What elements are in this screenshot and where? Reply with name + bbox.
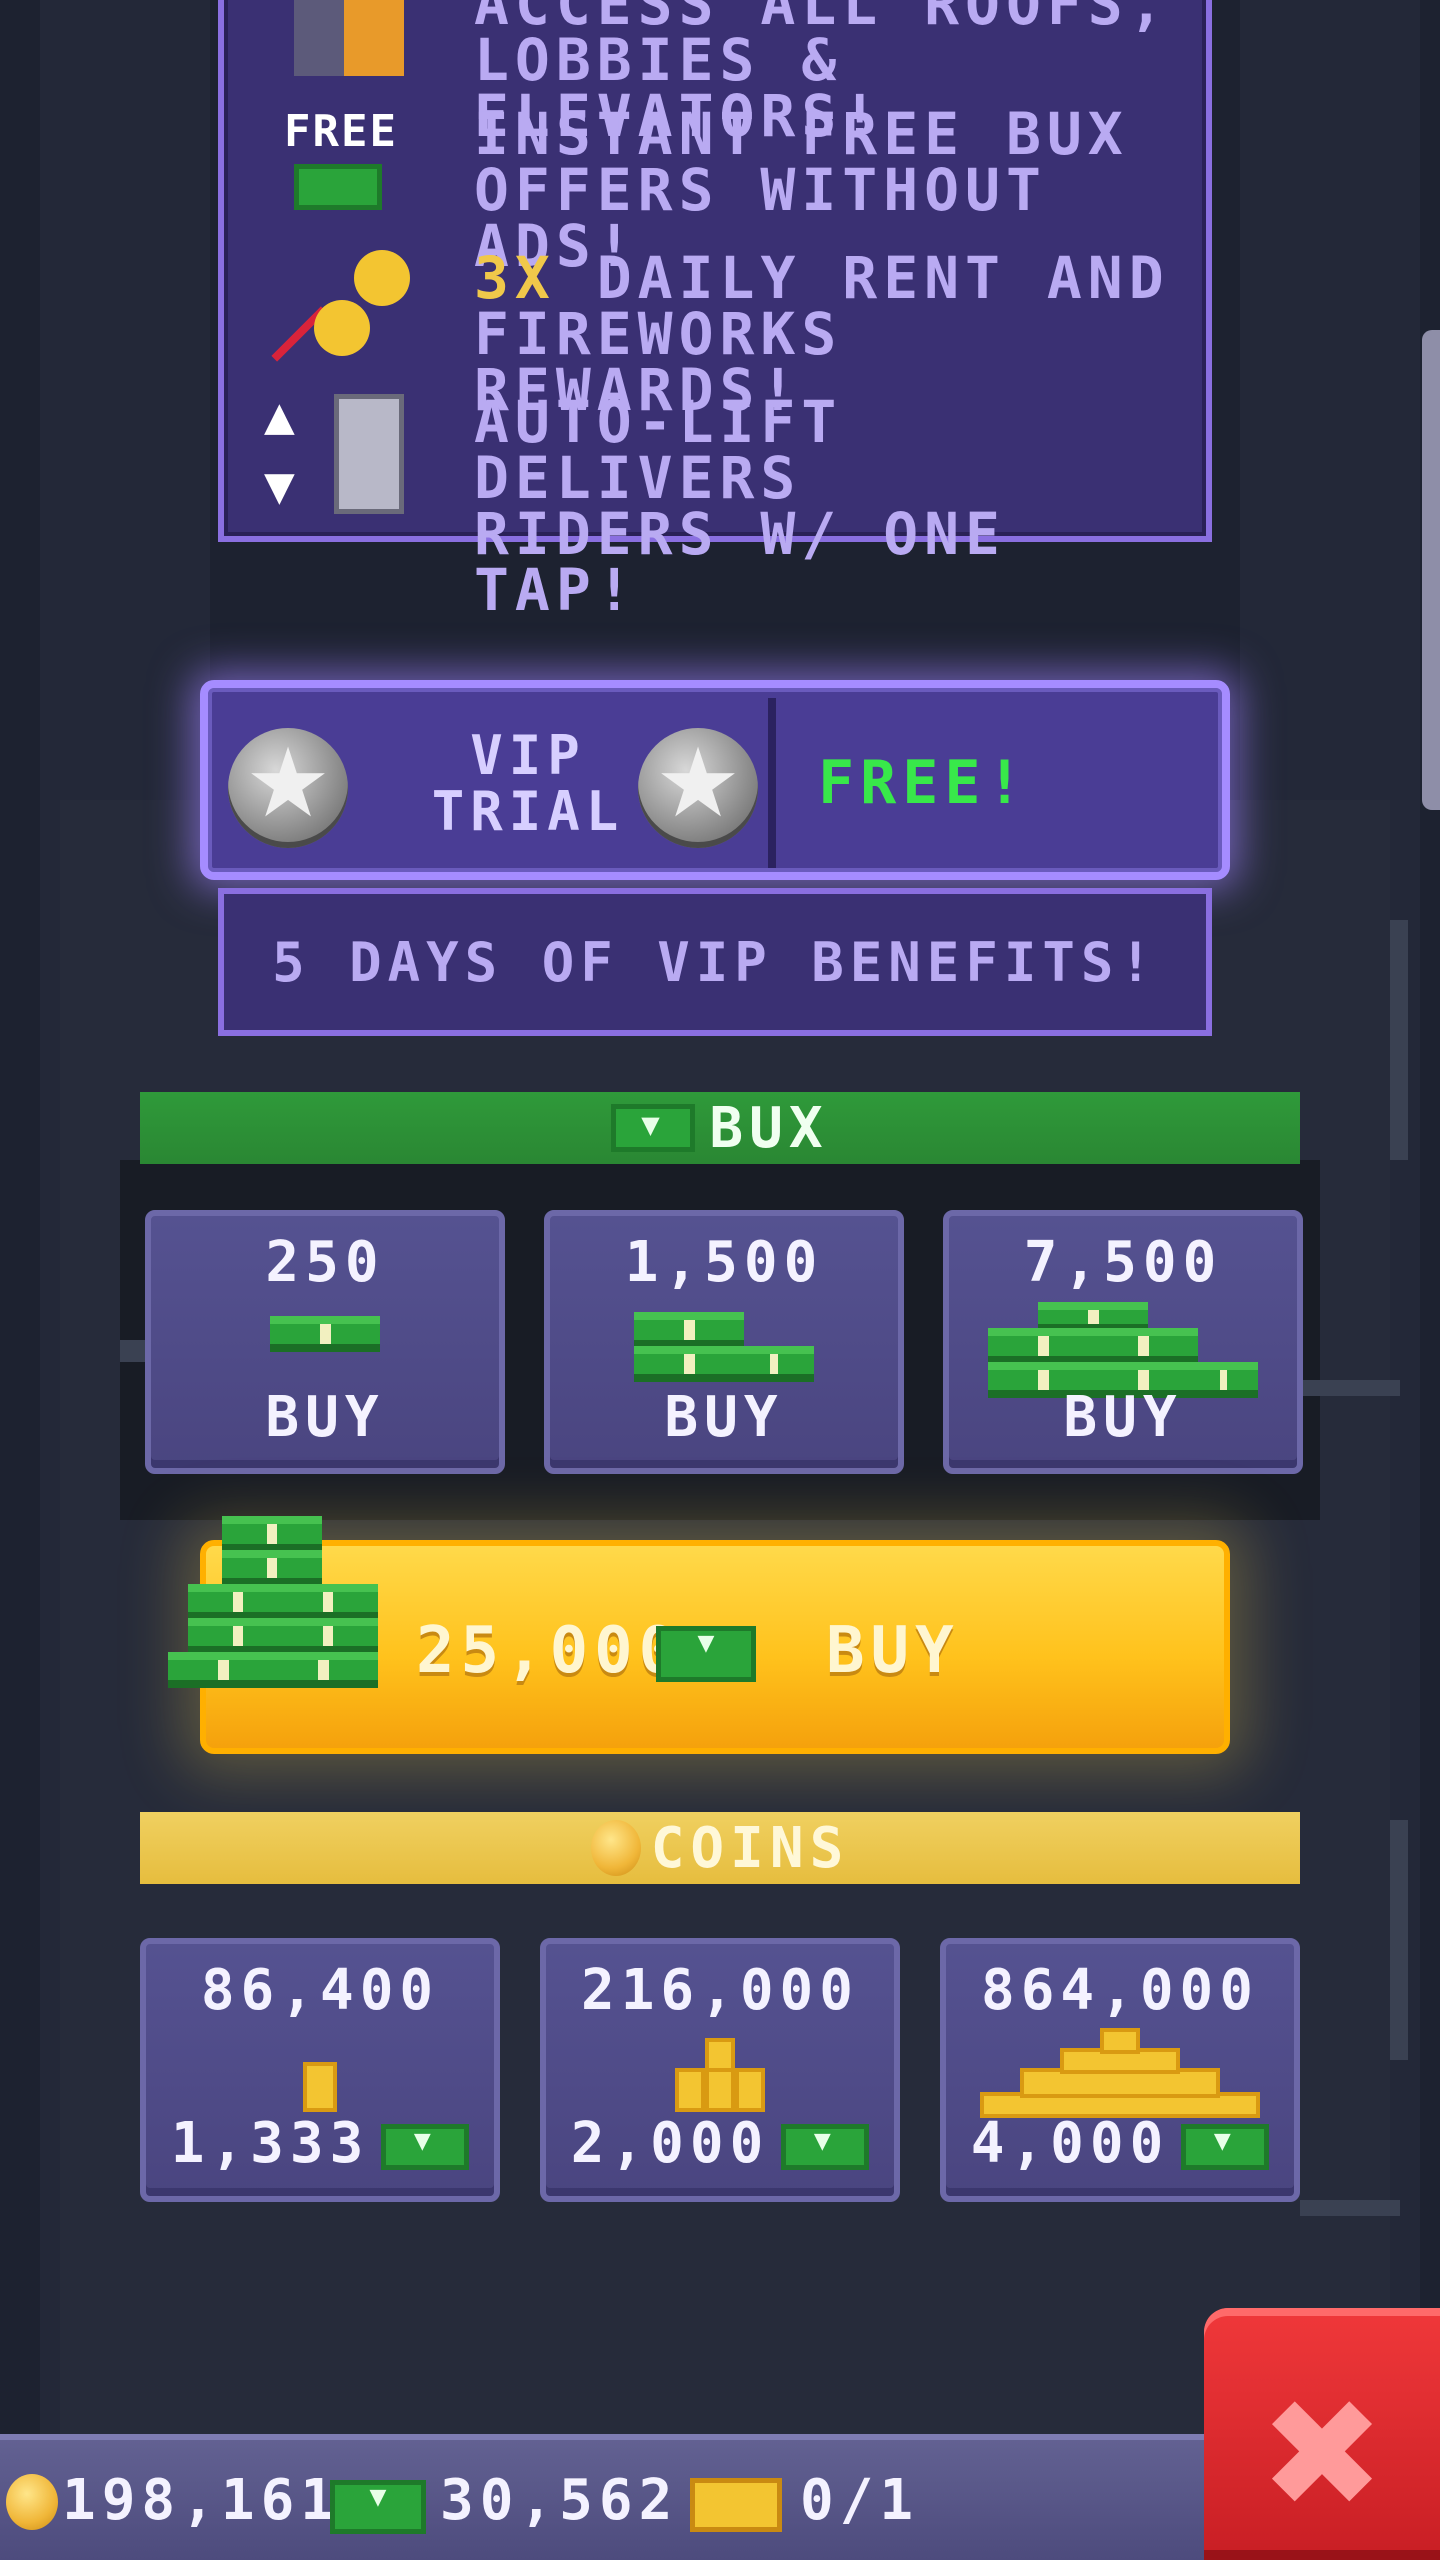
star-badge-icon — [638, 728, 758, 848]
coin-pack-amount: 216,000 — [580, 1958, 859, 2023]
coin-stack-icon — [980, 2028, 1260, 2118]
coin-pack-amount: 86,400 — [200, 1958, 440, 2023]
bux-pack-amount: 7,500 — [1023, 1230, 1223, 1295]
free-bux-icon: FREE — [254, 106, 414, 236]
coin-pack-amount: 864,000 — [980, 1958, 1259, 2023]
bux-bill-icon — [381, 2123, 470, 2170]
buy-button-label: BUY — [1063, 1385, 1183, 1450]
bux-pack-card[interactable]: 250 BUY — [145, 1210, 505, 1474]
benefit-row: FREE INSTANT FREE BUX OFFERS WITHOUT ADS… — [224, 105, 1206, 275]
coin-pack-card[interactable]: 86,400 1,333 — [140, 1938, 500, 2202]
bux-balance: 30,562 — [440, 2468, 679, 2533]
vip-benefits-panel: ACCESS ALL ROOFS, LOBBIES & ELEVATORS! F… — [218, 0, 1212, 619]
vip-guest-icon — [254, 0, 414, 96]
bux-pack-amount: 1,500 — [624, 1230, 824, 1295]
coin-pack-card[interactable]: 864,000 4,000 — [940, 1938, 1300, 2202]
bux-pile-icon — [168, 1516, 378, 1716]
vip-trial-button[interactable]: VIP TRIAL FREE! — [200, 680, 1230, 880]
coin-icon — [6, 2474, 58, 2530]
benefit-row: 3X DAILY RENT AND FIREWORKS REWARDS! — [224, 249, 1206, 419]
bux-bill-icon — [781, 2123, 870, 2170]
coin-stack-icon — [303, 2062, 337, 2112]
bux-stack-icon — [634, 1312, 814, 1392]
coin-balance: 198,161 — [62, 2468, 341, 2533]
bux-pack-amount: 250 — [265, 1230, 385, 1295]
vip-trial-subtitle: 5 DAYS OF VIP BENEFITS! — [218, 888, 1212, 1036]
coin-pack-price: 2,000 — [546, 2111, 894, 2176]
mega-pack-amount: 25,000 — [416, 1614, 684, 1688]
buy-button-label: BUY — [826, 1614, 960, 1688]
bux-pack-card[interactable]: 1,500 BUY — [544, 1210, 904, 1474]
benefit-text: AUTO-LIFT DELIVERS RIDERS W/ ONE TAP! — [474, 388, 1006, 624]
close-icon: ✖ — [1259, 2368, 1385, 2542]
bux-pack-card[interactable]: 7,500 BUY — [943, 1210, 1303, 1474]
bux-section-title: BUX — [709, 1095, 829, 1161]
bux-bill-icon — [611, 1104, 696, 1152]
bux-bill-icon — [330, 2480, 426, 2534]
buy-button-label: BUY — [265, 1385, 385, 1450]
coin-stack-icon — [675, 2038, 765, 2112]
ticket-icon — [690, 2478, 782, 2532]
vip-trial-label: VIP TRIAL — [431, 724, 625, 843]
benefit-row: ▲ ▼ AUTO-LIFT DELIVERS RIDERS W/ ONE TAP… — [224, 393, 1206, 619]
buy-button-label: BUY — [664, 1385, 784, 1450]
coin-icon — [590, 1820, 641, 1876]
fireworks-coins-icon — [254, 250, 414, 380]
bux-bill-icon — [1181, 2123, 1270, 2170]
coins-section-title: COINS — [650, 1815, 850, 1881]
bux-bill-icon — [656, 1626, 756, 1682]
coin-pack-price: 4,000 — [946, 2111, 1294, 2176]
close-button[interactable]: ✖ — [1204, 2308, 1440, 2560]
ticket-count: 0/1 — [800, 2468, 920, 2533]
bux-section-header: BUX — [140, 1092, 1300, 1164]
coins-section-header: COINS — [140, 1812, 1300, 1884]
coin-pack-price: 1,333 — [146, 2111, 494, 2176]
coin-pack-card[interactable]: 216,000 2,000 — [540, 1938, 900, 2202]
star-badge-icon — [228, 728, 348, 848]
bux-stack-icon — [270, 1316, 380, 1356]
benefit-row: ACCESS ALL ROOFS, LOBBIES & ELEVATORS! — [224, 0, 1206, 145]
vip-trial-price: FREE! — [818, 748, 1029, 818]
elevator-icon: ▲ ▼ — [254, 394, 414, 524]
currency-status-bar: 198,161 30,562 0/1 — [0, 2434, 1210, 2560]
vip-divider — [768, 698, 776, 868]
edge-scroll-handle[interactable] — [1422, 330, 1440, 810]
